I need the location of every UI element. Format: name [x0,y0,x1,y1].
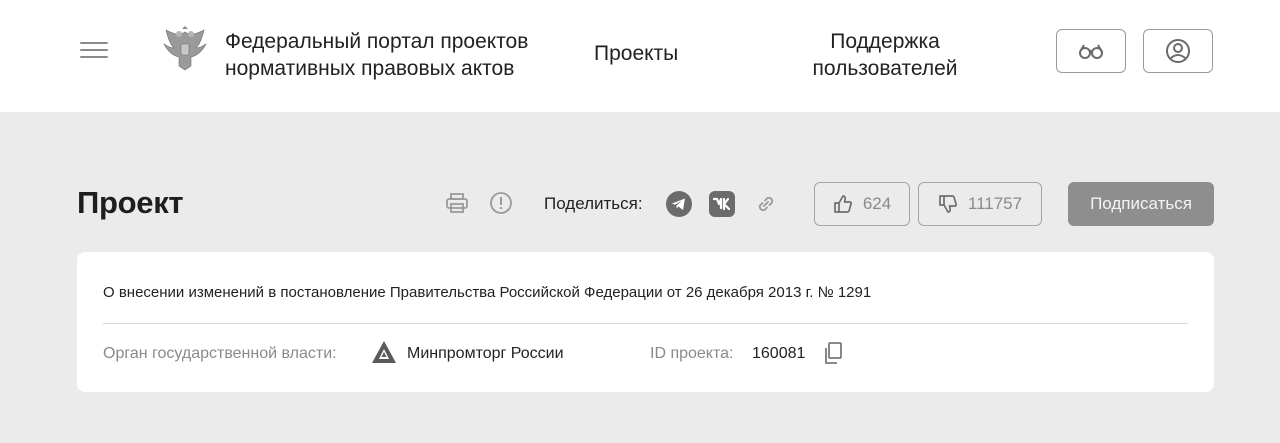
site-title-line2: нормативных правовых актов [225,57,515,80]
telegram-icon [666,191,692,217]
nav-support[interactable]: Поддержка пользователей [800,28,970,82]
report-button[interactable] [488,190,514,216]
like-button[interactable]: 624 [814,182,910,226]
project-card: О внесении изменений в постановление Пра… [77,252,1214,392]
page-title: Проект [77,185,184,220]
subscribe-button[interactable]: Подписаться [1068,182,1214,226]
accessibility-button[interactable] [1056,29,1126,73]
site-header: Федеральный портал проектов нормативных … [0,0,1280,112]
thumbs-up-icon [833,195,852,213]
user-icon [1166,39,1190,63]
ministry-logo-icon [372,341,396,363]
print-icon [446,193,468,213]
copy-icon[interactable] [822,341,844,365]
project-description: О внесении изменений в постановление Пра… [103,284,872,301]
nav-support-line2: пользователей [812,57,958,80]
share-label: Поделиться: [544,194,643,213]
share-vk[interactable] [709,191,735,217]
divider [103,323,1188,324]
like-count: 624 [862,194,892,213]
alert-icon [490,192,512,214]
authority-label: Орган государственной власти: [103,345,337,362]
share-telegram[interactable] [666,191,692,217]
project-id-value: 160081 [752,345,806,362]
dislike-count: 111757 [967,194,1023,213]
print-button[interactable] [444,190,470,216]
dislike-button[interactable]: 111757 [918,182,1042,226]
site-title[interactable]: Федеральный портал проектов нормативных … [225,28,528,82]
link-icon [758,196,774,212]
project-id-label: ID проекта: [650,345,734,362]
account-button[interactable] [1143,29,1213,73]
coat-of-arms-icon [163,26,207,71]
authority-name[interactable]: Минпромторг России [407,345,564,363]
menu-icon[interactable] [80,42,108,62]
copy-link-button[interactable] [753,191,779,217]
nav-support-line1: Поддержка [830,30,940,53]
glasses-icon [1079,44,1103,59]
site-title-line1: Федеральный портал проектов [225,30,529,53]
vk-icon [709,191,735,217]
nav-projects[interactable]: Проекты [594,42,678,66]
thumbs-down-icon [939,195,957,213]
